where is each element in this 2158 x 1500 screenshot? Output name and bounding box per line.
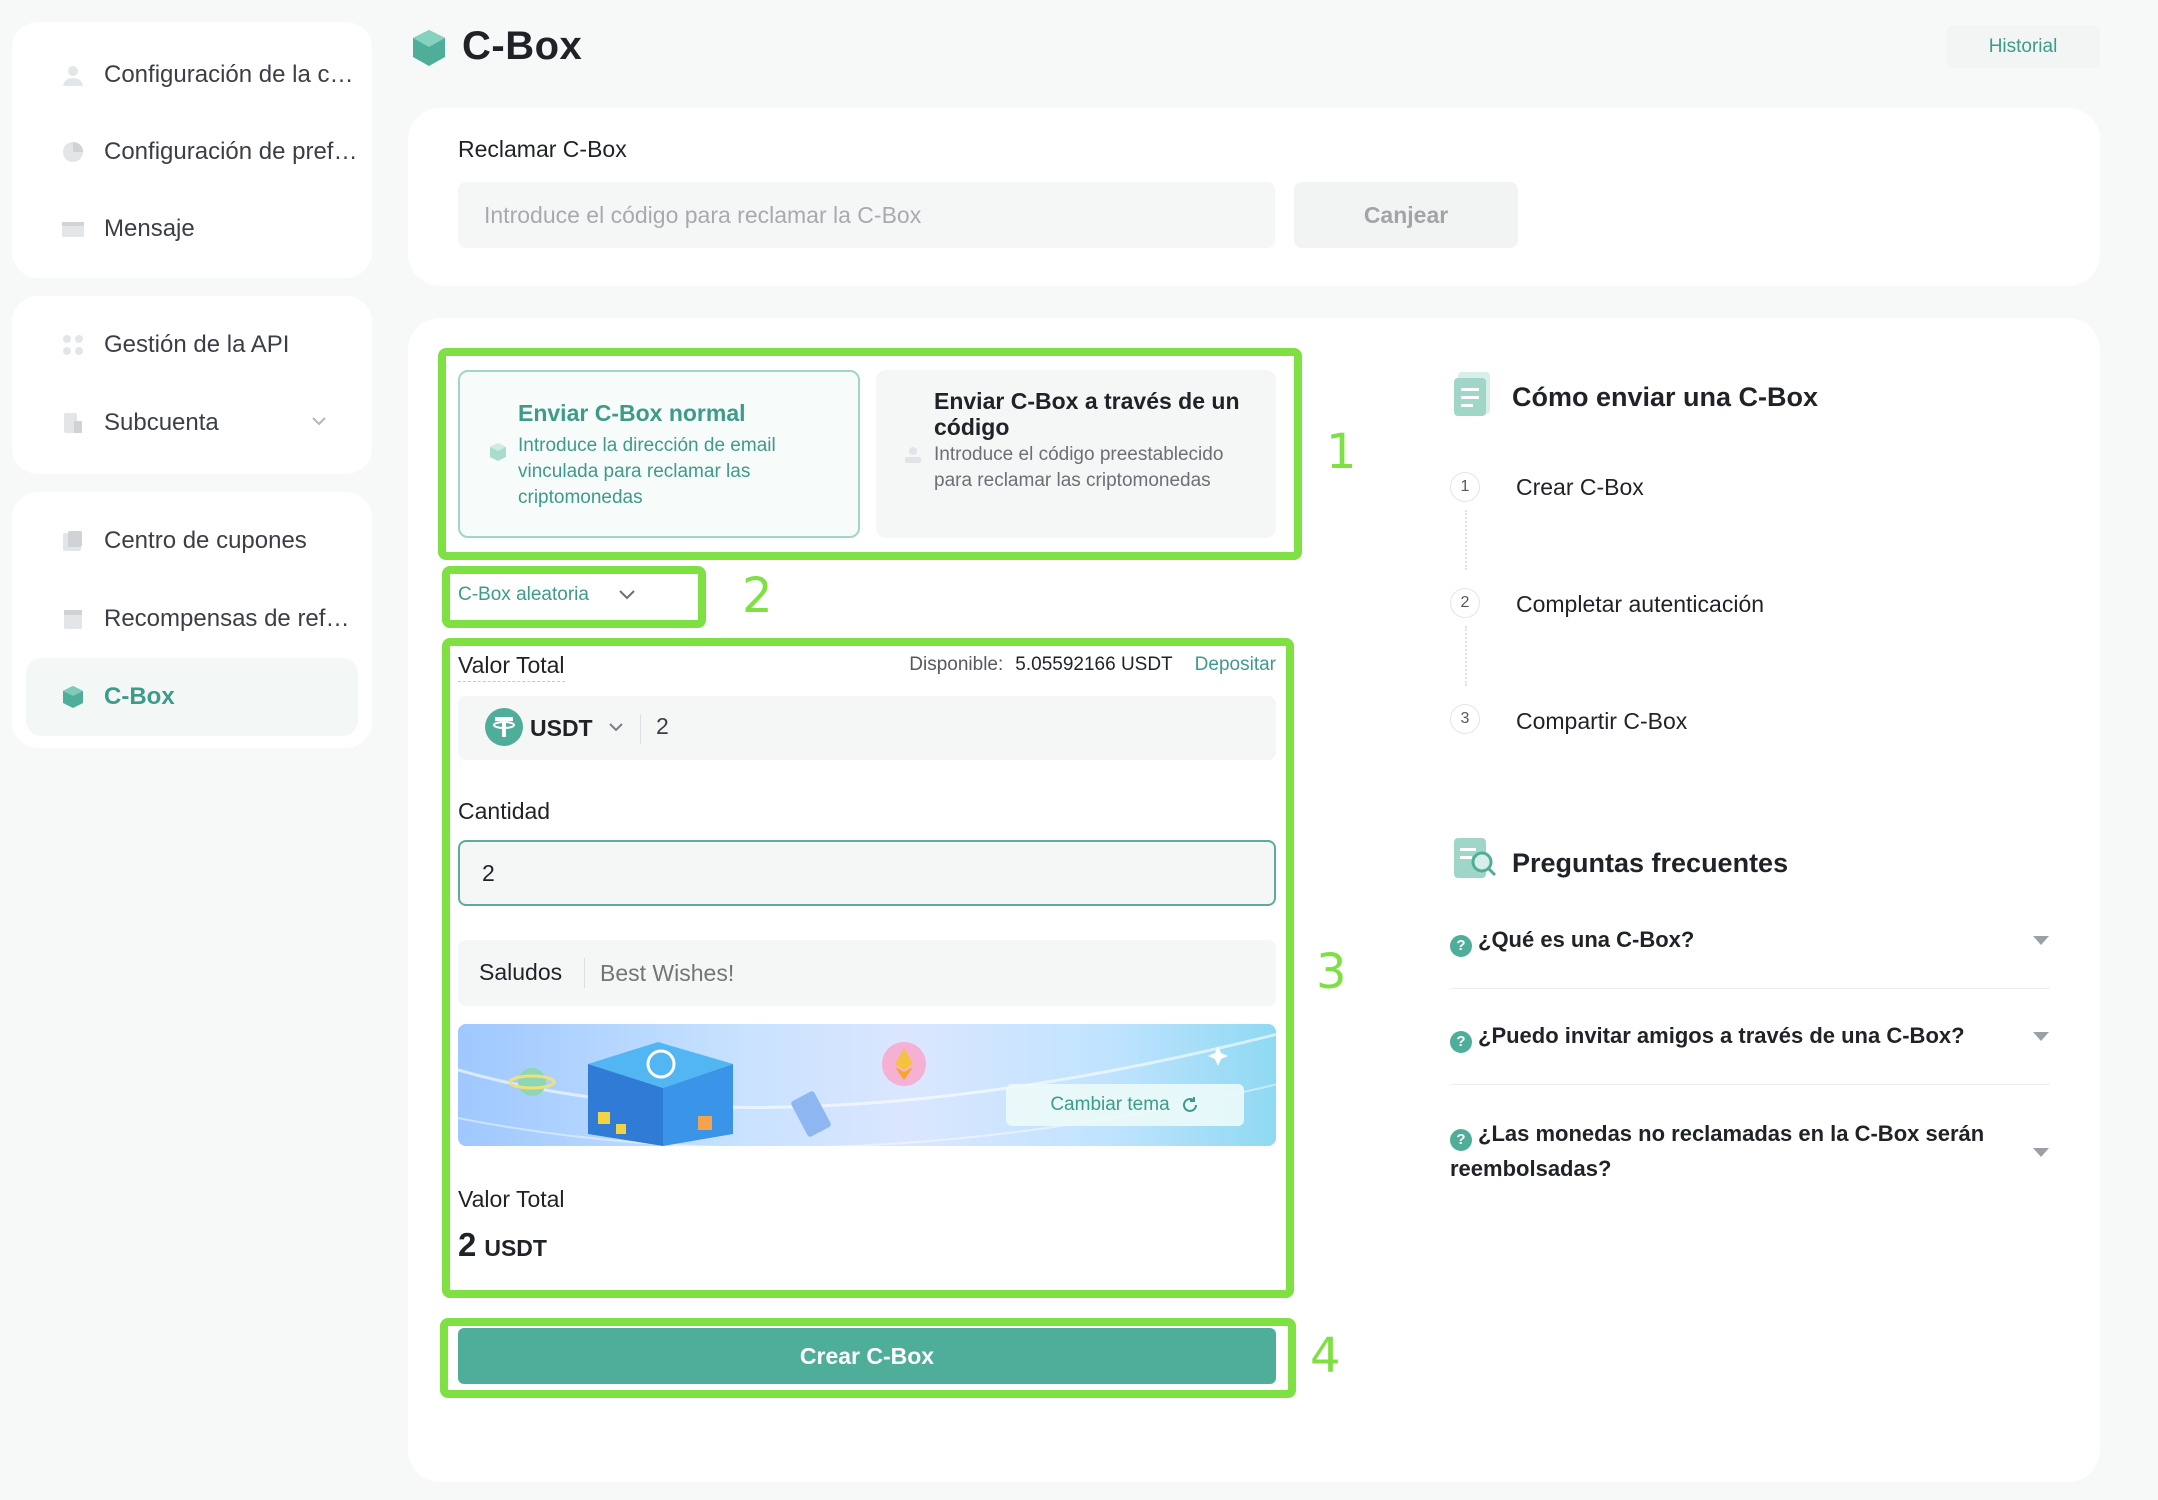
sidebar-item-label: Configuración de preferencias [104, 138, 358, 165]
question-icon: ? [1450, 1030, 1472, 1053]
annotation-number-2: 2 [742, 568, 773, 624]
step-number: 2 [1450, 588, 1480, 618]
sidebar-item-cbox[interactable]: C-Box [26, 658, 358, 736]
step-text: Compartir C-Box [1516, 708, 1688, 734]
redeem-button[interactable]: Canjear [1294, 182, 1518, 248]
annotation-number-3: 3 [1316, 944, 1347, 1000]
cbox-icon [60, 684, 86, 710]
create-cbox-button[interactable]: Crear C-Box [458, 1328, 1276, 1384]
sidebar-item-subaccount[interactable]: Subcuenta [26, 384, 358, 462]
sidebar-group-api: Gestión de la API Subcuenta [12, 296, 372, 474]
faq-item[interactable]: ? ¿Las monedas no reclamadas en la C-Box … [1450, 1116, 2050, 1186]
currency-value: USDT [530, 714, 593, 741]
sidebar-item-label: Recompensas de referidos [104, 605, 358, 632]
summary-unit: USDT [484, 1235, 547, 1261]
claim-code-input[interactable] [458, 182, 1275, 248]
option-description: Introduce el código preestablecido para … [934, 444, 1224, 491]
faq-question: ¿Las monedas no reclamadas en la C-Box s… [1450, 1121, 1985, 1181]
currency-select[interactable]: USDT [530, 712, 625, 744]
sidebar-item-label: C-Box [104, 683, 175, 710]
box-type-value: C-Box aleatoria [458, 584, 589, 605]
refresh-icon [1180, 1095, 1200, 1115]
sidebar-item-coupons[interactable]: Centro de cupones [26, 502, 358, 580]
claim-label: Reclamar C-Box [458, 136, 627, 162]
guide-document-icon [1452, 370, 1496, 423]
annotation-number-1: 1 [1326, 424, 1357, 480]
summary-label: Valor Total [458, 1186, 565, 1212]
question-icon: ? [1450, 934, 1472, 957]
option-description: Introduce la dirección de email vinculad… [518, 435, 776, 508]
sidebar-item-api[interactable]: Gestión de la API [26, 306, 358, 384]
change-theme-label: Cambiar tema [1050, 1094, 1170, 1115]
amount-divider [640, 714, 641, 744]
annotation-number-4: 4 [1310, 1328, 1341, 1384]
chevron-down-icon[interactable] [310, 414, 328, 432]
caret-down-icon [2032, 1146, 2050, 1158]
step-connector [1465, 510, 1467, 570]
option-code-cbox[interactable]: Enviar C-Box a través de un código Intro… [876, 370, 1276, 538]
sidebar-group-account: Configuración de la cuenta Configuración… [12, 22, 372, 278]
referral-icon [60, 606, 86, 632]
amount-value[interactable]: 2 [656, 713, 669, 740]
usdt-icon [484, 707, 524, 752]
sidebar-item-referrals[interactable]: Recompensas de referidos [26, 580, 358, 658]
option-title: Enviar C-Box a través de un código [934, 388, 1240, 440]
coupon-icon [60, 528, 86, 554]
chevron-down-icon [607, 722, 625, 734]
available-value: 5.05592166 USDT [1015, 654, 1173, 675]
sidebar-item-label: Mensaje [104, 215, 195, 242]
quantity-label: Cantidad [458, 798, 551, 824]
step-number: 1 [1450, 472, 1480, 502]
step-connector [1465, 626, 1467, 686]
api-icon [60, 332, 86, 358]
question-icon: ? [1450, 1128, 1472, 1151]
option-title: Enviar C-Box normal [518, 400, 746, 426]
cube-icon [488, 442, 508, 467]
faq-item[interactable]: ? ¿Puedo invitar amigos a través de una C… [1450, 1018, 2050, 1053]
cbox-logo-icon [410, 28, 448, 73]
page-title: C-Box [462, 24, 583, 68]
greeting-divider [584, 958, 585, 988]
step-number: 3 [1450, 704, 1480, 734]
summary-total: 2 USDT [458, 1226, 547, 1264]
faq-divider [1450, 1084, 2050, 1085]
faq-title: Preguntas frecuentes [1512, 848, 1789, 878]
box-type-select[interactable]: C-Box aleatoria [458, 578, 690, 612]
deposit-link[interactable]: Depositar [1195, 654, 1276, 676]
greeting-label: Saludos [479, 959, 563, 985]
faq-item[interactable]: ? ¿Qué es una C-Box? [1450, 922, 2050, 957]
available-label: Disponible: [909, 654, 1004, 675]
user-icon [60, 62, 86, 88]
preferences-icon [60, 139, 86, 165]
sidebar-item-label: Configuración de la cuenta [104, 61, 358, 88]
sidebar-item-preferences[interactable]: Configuración de preferencias [26, 113, 358, 191]
faq-question: ¿Qué es una C-Box? [1478, 927, 1695, 952]
code-icon [902, 444, 924, 471]
sidebar-item-label: Subcuenta [104, 409, 219, 436]
subaccount-icon [60, 410, 86, 436]
how-to-title: Cómo enviar una C-Box [1512, 382, 1819, 412]
chevron-down-icon [617, 589, 637, 601]
sidebar-item-message[interactable]: Mensaje [26, 190, 358, 268]
available-row: Disponible: 5.05592166 USDT Depositar [888, 654, 1276, 676]
faq-question: ¿Puedo invitar amigos a través de una C-… [1478, 1023, 1965, 1048]
faq-search-icon [1452, 834, 1498, 887]
history-button[interactable]: Historial [1946, 26, 2100, 68]
quantity-input[interactable] [458, 840, 1276, 906]
step-text: Crear C-Box [1516, 474, 1644, 500]
step-text: Completar autenticación [1516, 591, 1765, 617]
message-icon [60, 216, 86, 242]
option-normal-cbox[interactable]: Enviar C-Box normal Introduce la direcci… [458, 370, 860, 538]
greeting-input[interactable] [600, 950, 1260, 996]
total-value-label: Valor Total [458, 652, 565, 682]
summary-value: 2 [458, 1226, 477, 1263]
caret-down-icon [2032, 934, 2050, 946]
faq-divider [1450, 988, 2050, 989]
sidebar-item-account-settings[interactable]: Configuración de la cuenta [26, 36, 358, 114]
sidebar-item-label: Gestión de la API [104, 331, 290, 358]
sidebar-group-rewards: Centro de cupones Recompensas de referid… [12, 492, 372, 748]
change-theme-button[interactable]: Cambiar tema [1006, 1084, 1244, 1126]
sidebar-item-label: Centro de cupones [104, 527, 307, 554]
caret-down-icon [2032, 1030, 2050, 1042]
